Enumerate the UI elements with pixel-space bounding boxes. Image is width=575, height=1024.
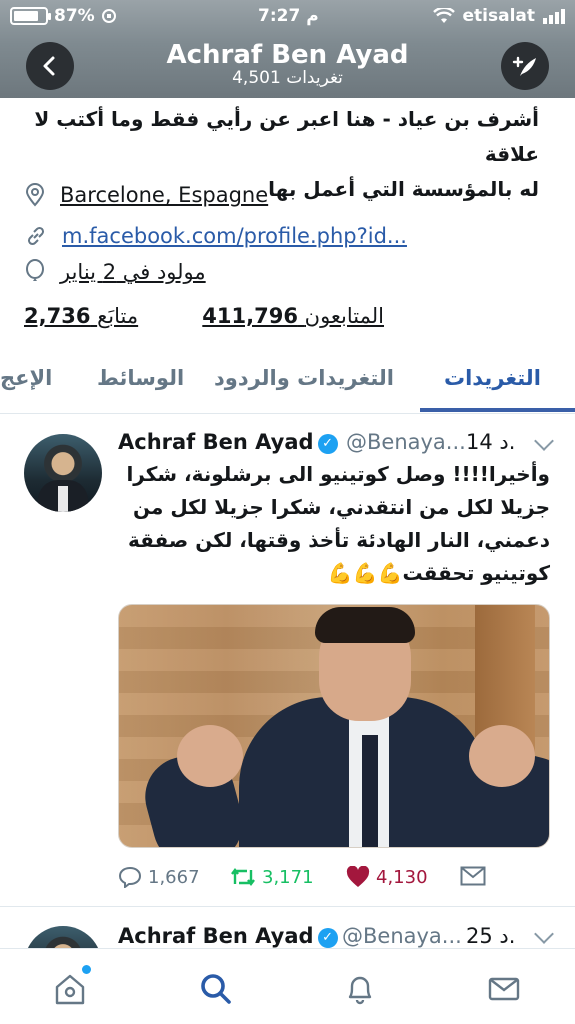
profile-name-title: Achraf Ben Ayad xyxy=(166,40,409,70)
profile-link[interactable]: m.facebook.com/profile.php?id... xyxy=(62,224,407,248)
tweet-text-line: وأخيرا!!!! وصل كوتينيو الى برشلونة، شكرا xyxy=(126,462,550,486)
following-stat[interactable]: 2,736 متابَع xyxy=(24,304,138,328)
bio-line: أشرف بن عياد - هنا اعبر عن رأيي فقط وما … xyxy=(34,107,539,166)
tweet-divider xyxy=(0,906,575,907)
like-button[interactable]: 4,130 xyxy=(346,866,428,888)
messages-icon xyxy=(488,977,520,1001)
chevron-down-icon[interactable] xyxy=(534,431,554,451)
mail-icon xyxy=(460,866,486,886)
birthday-row: مولود في 2 يناير xyxy=(24,255,206,289)
reply-count: 1,667 xyxy=(148,866,200,888)
tweet-count: 4,501 تغريدات xyxy=(232,68,343,88)
followers-count: 411,796 xyxy=(202,304,298,328)
tweet-author-name[interactable]: Achraf Ben Ayad ✓ xyxy=(118,924,338,948)
like-count: 4,130 xyxy=(376,866,428,888)
location-text: Barcelone, Espagne xyxy=(60,183,269,207)
orientation-lock-icon xyxy=(101,9,116,23)
tweet-photo[interactable] xyxy=(118,604,550,848)
verified-badge-icon: ✓ xyxy=(317,434,338,454)
search-icon xyxy=(201,974,231,1004)
notifications-icon xyxy=(348,976,372,1005)
nav-notifications[interactable] xyxy=(342,971,378,1007)
tweet-text-line: دعمني، النار الهادئة تأخذ وقتها، لكن صفق… xyxy=(127,528,550,552)
tweet-author-name[interactable]: Achraf Ben Ayad ✓ xyxy=(118,430,338,454)
retweet-count: 3,171 xyxy=(262,866,314,888)
reply-icon xyxy=(118,866,142,888)
wifi-icon xyxy=(432,8,455,23)
tweet-text: وأخيرا!!!! وصل كوتينيو الى برشلونة، شكرا… xyxy=(118,458,550,590)
location-row: Barcelone, Espagne xyxy=(24,178,268,212)
followers-label: المتابعون xyxy=(304,304,384,328)
following-count: 2,736 xyxy=(24,304,91,328)
nav-messages[interactable] xyxy=(486,971,522,1007)
profile-header: 87% 7:27 م etisalat Achraf Ben Ayad 4,50… xyxy=(0,0,575,98)
active-tab-indicator xyxy=(420,408,575,412)
reply-button[interactable]: 1,667 xyxy=(118,866,200,888)
tab-media[interactable]: الوسائط xyxy=(97,366,184,390)
compose-tweet-icon xyxy=(512,56,536,76)
tab-tweets-replies[interactable]: التغريدات والردود xyxy=(214,366,394,390)
home-icon xyxy=(55,974,85,1005)
heart-icon xyxy=(346,866,370,887)
tweet-text-line: كوتينيو تحققت💪💪💪 xyxy=(327,561,550,585)
tweet-time: 25 د. xyxy=(466,924,516,948)
carrier-name: etisalat xyxy=(462,6,536,26)
profile-tabs: التغريدات التغريدات والردود الوسائط الإع… xyxy=(0,350,575,414)
signal-icon xyxy=(543,8,565,24)
bottom-tab-bar xyxy=(0,948,575,1024)
chevron-down-icon[interactable] xyxy=(534,924,554,944)
tweet-author-handle: @Benaya... xyxy=(342,924,462,948)
battery-icon xyxy=(10,7,51,25)
status-bar: 87% 7:27 م etisalat xyxy=(0,4,575,30)
follow-stats: 2,736 متابَع 411,796 المتابعون xyxy=(24,304,384,338)
retweet-button[interactable]: 3,171 xyxy=(230,866,314,888)
author-name-text: Achraf Ben Ayad xyxy=(118,924,314,948)
following-label: متابَع xyxy=(97,304,139,328)
tweet-actions: 1,667 3,171 4,130 xyxy=(118,866,498,896)
link-icon xyxy=(27,226,45,246)
author-name-text: Achraf Ben Ayad xyxy=(118,430,314,454)
verified-badge-icon: ✓ xyxy=(317,928,338,948)
tweet-time: 14 د. xyxy=(466,430,516,454)
birthday-text: مولود في 2 يناير xyxy=(60,260,206,284)
tab-tweets[interactable]: التغريدات xyxy=(444,366,541,390)
nav-home[interactable] xyxy=(52,965,91,1007)
followers-stat[interactable]: 411,796 المتابعون xyxy=(202,304,384,328)
nav-search[interactable] xyxy=(198,971,234,1007)
battery-percent: 87% xyxy=(54,6,95,26)
tweet-text-line: جزيلا لكل من انتقدني، شكرا جزيلا لكل من xyxy=(132,495,550,519)
tweet-author-handle: @Benaya... xyxy=(346,430,466,454)
direct-message-button[interactable] xyxy=(460,866,486,886)
compose-button[interactable] xyxy=(501,42,549,90)
avatar[interactable] xyxy=(24,434,102,512)
tab-likes[interactable]: الإعج xyxy=(0,366,52,390)
location-pin-icon xyxy=(25,183,45,207)
new-content-dot xyxy=(82,965,91,974)
balloon-icon xyxy=(26,259,44,281)
status-time: 7:27 م xyxy=(258,6,319,26)
link-row[interactable]: m.facebook.com/profile.php?id... xyxy=(24,219,407,253)
retweet-icon xyxy=(231,868,255,886)
